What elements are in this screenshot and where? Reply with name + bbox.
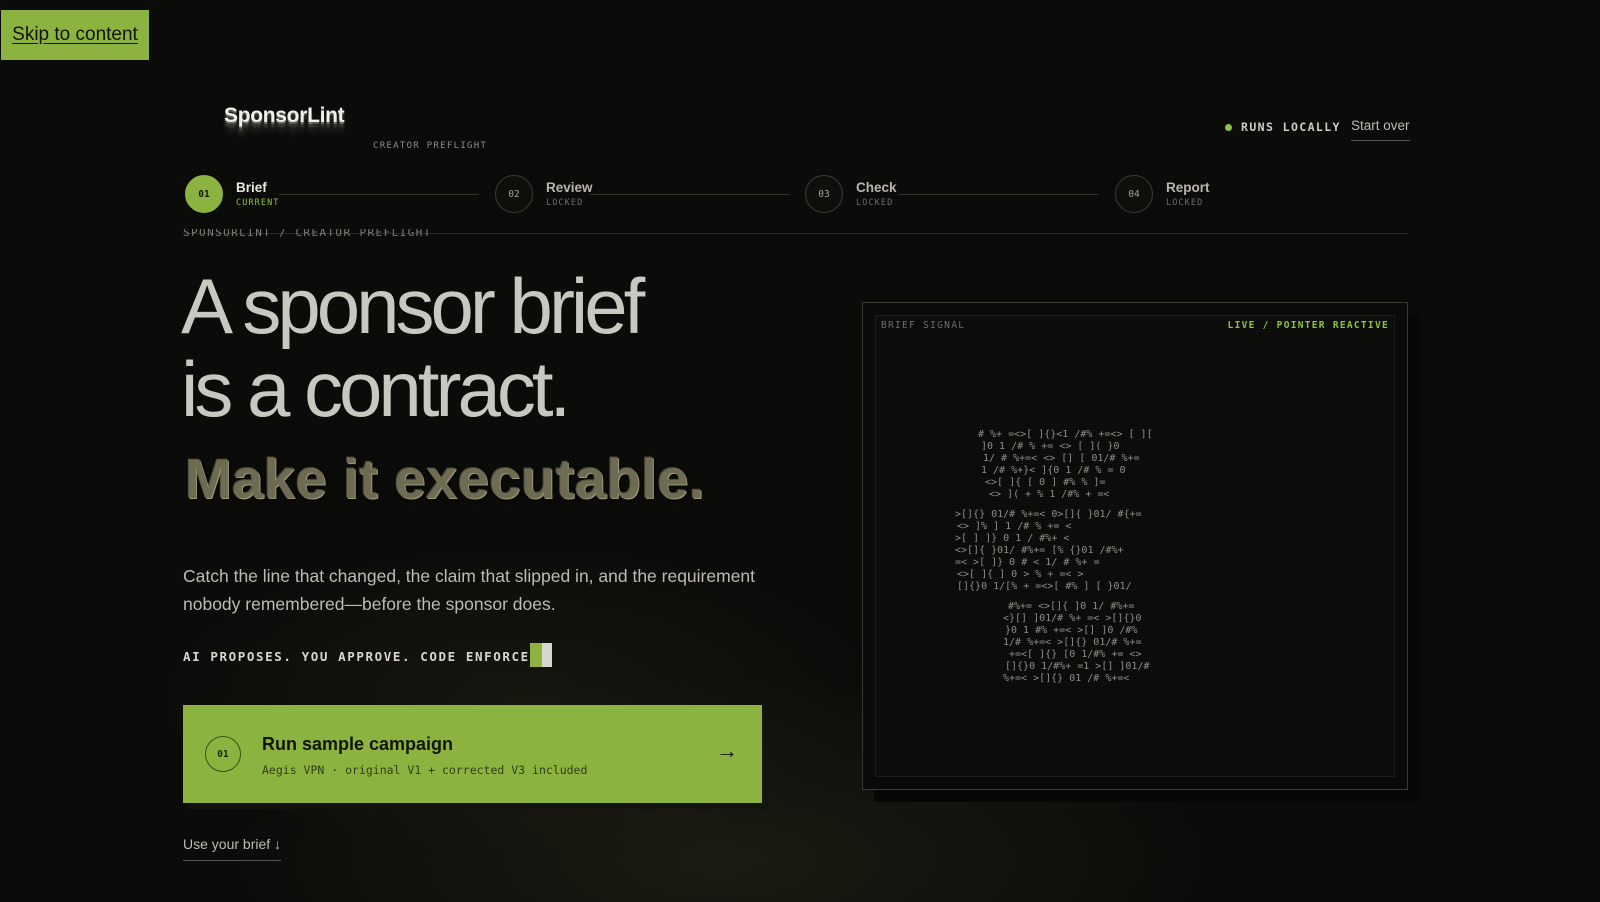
step-review: 02 Review LOCKED — [495, 175, 593, 213]
typing-cursor-icon — [529, 643, 552, 667]
signal-live-status: LIVE / POINTER REACTIVE — [1227, 320, 1389, 331]
start-over-link[interactable]: Start over — [1351, 118, 1410, 141]
status-dot-icon — [1225, 123, 1232, 131]
cta-subtitle: Aegis VPN · original V1 + corrected V3 i… — [262, 763, 588, 777]
step-number: 01 — [185, 175, 223, 213]
ascii-signal-graphic: # %+ =<>[ ]{}<1 /#% +=<> [ ][ ]0 1 /# % … — [955, 429, 1153, 684]
status-label: RUNS LOCALLY — [1241, 120, 1341, 134]
svg-text:%+=< >[]{} 01 /# %+=<: %+=< >[]{} 01 /# %+=< — [1003, 673, 1129, 684]
svg-text:1/# %+=< >[]{} 01/# %+=: 1/# %+=< >[]{} 01/# %+= — [1003, 637, 1141, 648]
hero-accent-heading: Make it executable. — [185, 447, 705, 510]
use-your-brief-link[interactable]: Use your brief ↓ — [183, 836, 282, 861]
svg-text:#%+= <>[]{ ]0 1/ #%+=: #%+= <>[]{ ]0 1/ #%+= — [1008, 601, 1134, 612]
signal-label: BRIEF SIGNAL — [881, 320, 966, 331]
step-connector — [279, 194, 479, 195]
brief-signal-panel[interactable]: # %+ =<>[ ]{}<1 /#% +=<> [ ][ ]0 1 /# % … — [862, 302, 1408, 790]
step-title: Check — [856, 180, 897, 195]
cta-step-number: 01 — [205, 736, 241, 772]
hero-title-line: is a contract. — [181, 345, 571, 433]
svg-text:1/ # %+=< <> [] [ 01/#: 1/ # %+=< <> [] [ 01/# %+= — [983, 453, 1140, 464]
svg-text:]0 1 /# % += <> [: ]0 1 /# % += <> [ ]( }0 — [981, 441, 1119, 452]
step-title: Brief — [236, 180, 267, 195]
svg-text:<>[ ]{ ] 0 > % +: <>[ ]{ ] 0 > % + =< > — [957, 569, 1083, 580]
brand-subtitle: CREATOR PREFLIGHT — [373, 141, 488, 151]
svg-text:<> ]% ] 1 /# %: <> ]% ] 1 /# % += < — [957, 521, 1071, 532]
progress-stepper: 01 Brief CURRENT 02 Review LOCKED 03 Che… — [185, 175, 1407, 235]
svg-text:>[ ] ]} 0 1 / #%: >[ ] ]} 0 1 / #%+ < — [955, 533, 1069, 544]
svg-text:[]{}0 1/#%+ =1 >[] ]01/#: []{}0 1/#%+ =1 >[] ]01/# — [1005, 661, 1150, 672]
hero-title: A sponsor brief is a contract. — [181, 262, 645, 433]
brand-logo[interactable]: SponsorLint — [224, 104, 345, 128]
step-state: CURRENT — [236, 198, 280, 208]
step-connector — [899, 194, 1099, 195]
svg-text:<>[ ]{ [ 0 ] #% %: <>[ ]{ [ 0 ] #% % ]= — [985, 477, 1105, 488]
cta-title: Run sample campaign — [262, 734, 454, 754]
step-report: 04 Report LOCKED — [1115, 175, 1210, 213]
svg-text:<}[] ]01/# %+ =< >[]{}0: <}[] ]01/# %+ =< >[]{}0 — [1003, 613, 1141, 624]
svg-text:[]{}0 1/[% + =<>[ #% ] [: []{}0 1/[% + =<>[ #% ] [ }01/ — [957, 581, 1132, 592]
breadcrumb: SPONSORLINT / CREATOR PREFLIGHT — [183, 229, 432, 238]
runs-locally-status: RUNS LOCALLY — [1225, 120, 1341, 134]
step-check: 03 Check LOCKED — [805, 175, 897, 213]
step-brief[interactable]: 01 Brief CURRENT — [185, 175, 280, 213]
step-number: 04 — [1115, 175, 1153, 213]
step-connector — [589, 194, 789, 195]
run-sample-campaign-button[interactable]: 01 Run sample campaign Aegis VPN · origi… — [183, 705, 762, 803]
step-title: Report — [1166, 180, 1210, 195]
tagline-text: AI PROPOSES. YOU APPROVE. CODE ENFORCE — [183, 648, 530, 664]
step-number: 02 — [495, 175, 533, 213]
svg-text:>[]{} 01/# %+=< 0>[]{ }0: >[]{} 01/# %+=< 0>[]{ }01/ #{+= — [955, 509, 1142, 520]
step-state: LOCKED — [1166, 198, 1204, 208]
svg-text:# %+ =<>[ ]{}<1 /#% +=<>: # %+ =<>[ ]{}<1 /#% +=<> [ ][ — [978, 429, 1153, 440]
svg-text:}0 1 #% +=< >[] ]0 /#%: }0 1 #% +=< >[] ]0 /#% — [1005, 625, 1137, 636]
hero-description: Catch the line that changed, the claim t… — [183, 566, 756, 614]
svg-text:+=<[ ]{} [0 1/#% += <>: +=<[ ]{} [0 1/#% += <> — [1009, 649, 1141, 660]
skip-to-content-link[interactable]: Skip to content — [1, 10, 149, 60]
svg-text:<> ]( + % 1 /#% + =<: <> ]( + % 1 /#% + =< — [989, 489, 1109, 500]
step-state: LOCKED — [546, 198, 584, 208]
arrow-right-icon: → — [716, 738, 738, 763]
tagline: AI PROPOSES. YOU APPROVE. CODE ENFORCE — [183, 643, 552, 668]
svg-text:<>[]{ }01/ #%+= [% {}01: <>[]{ }01/ #%+= [% {}01 /#%+ — [955, 545, 1124, 556]
step-state: LOCKED — [856, 198, 894, 208]
step-title: Review — [546, 180, 593, 195]
svg-text:1 /# %+}< ]{0 1 /# % =: 1 /# %+}< ]{0 1 /# % = 0 — [981, 465, 1126, 476]
hero-title-line: A sponsor brief — [181, 262, 645, 350]
step-number: 03 — [805, 175, 843, 213]
svg-text:=< >[ ]} 0 # < 1/ # %+: =< >[ ]} 0 # < 1/ # %+ = — [955, 557, 1100, 568]
